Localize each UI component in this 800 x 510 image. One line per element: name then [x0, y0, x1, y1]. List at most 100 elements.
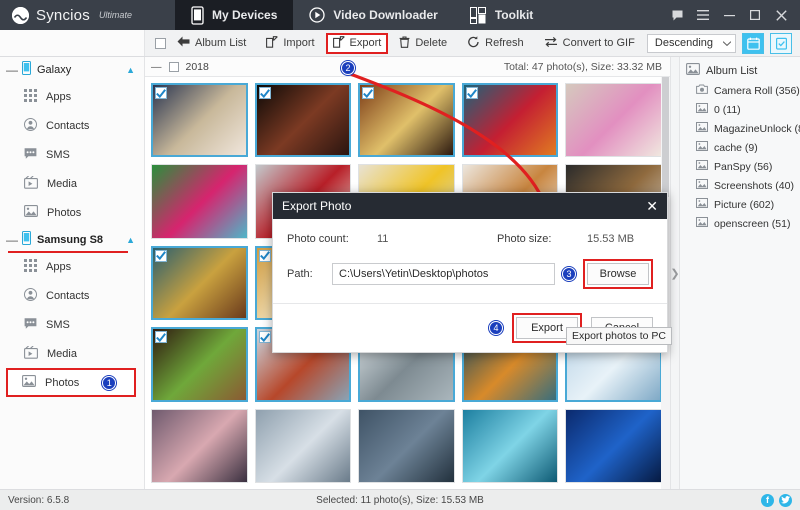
syncios-logo-icon [12, 6, 29, 24]
photo-checkbox[interactable] [258, 87, 271, 99]
photo-cell[interactable] [254, 408, 352, 483]
sort-order-select[interactable]: Descending [646, 33, 736, 53]
sort-order-value: Descending [654, 37, 713, 49]
photo-cell[interactable] [461, 83, 559, 158]
minimize-icon[interactable] [716, 0, 742, 30]
list-view-button[interactable] [770, 32, 792, 54]
album-list-item[interactable]: Screenshots (40) [680, 176, 800, 195]
tab-my-devices[interactable]: My Devices [175, 0, 294, 30]
tab-video-downloader[interactable]: Video Downloader [293, 0, 453, 30]
photo-checkbox[interactable] [258, 249, 271, 262]
album-list-item-label: MagazineUnlock (87) [714, 122, 800, 135]
step-badge-4: 4 [489, 321, 503, 335]
export-tooltip: Export photos to PC [566, 327, 672, 345]
sidebar-item-media-samsung[interactable]: Media [0, 339, 144, 368]
sidebar-item-apps-samsung[interactable]: Apps [0, 252, 144, 281]
album-list-item[interactable]: openscreen (51) [680, 214, 800, 233]
export-button[interactable]: Export [325, 32, 389, 54]
play-circle-icon [309, 7, 326, 23]
album-list-item[interactable]: MagazineUnlock (87) [680, 119, 800, 138]
sidebar-item-sms-galaxy[interactable]: SMS [0, 140, 144, 169]
album-list-item-label: Camera Roll (356) [714, 84, 800, 97]
photo-checkbox[interactable] [258, 331, 271, 344]
photo-cell[interactable] [461, 408, 559, 483]
photo-checkbox[interactable] [155, 87, 167, 99]
photo-cell[interactable] [151, 245, 248, 321]
step-badge-2: 2 [341, 61, 355, 75]
photo-cell[interactable] [151, 83, 248, 158]
tab-toolkit[interactable]: Toolkit [454, 0, 549, 30]
menu-icon[interactable] [690, 0, 716, 30]
album-list-item[interactable]: Camera Roll (356) [680, 81, 800, 100]
sidebar-item-contacts-galaxy[interactable]: Contacts [0, 111, 144, 140]
photo-cell[interactable] [151, 164, 248, 239]
selection-status-label: Selected: 11 photo(s), Size: 15.53 MB [316, 494, 484, 506]
collapse-icon[interactable]: — [6, 63, 18, 77]
photo-thumbnail [565, 83, 662, 158]
group-select-checkbox[interactable] [168, 61, 179, 72]
eject-icon[interactable]: ▲ [126, 235, 135, 245]
delete-button[interactable]: Delete [390, 31, 456, 56]
browse-button[interactable]: Browse [587, 263, 649, 285]
photos-icon [22, 375, 36, 390]
sidebar-item-contacts-samsung[interactable]: Contacts [0, 281, 144, 310]
sidebar-item-sms-samsung[interactable]: SMS [0, 310, 144, 339]
eject-icon[interactable]: ▲ [126, 65, 135, 75]
sidebar-label: Apps [46, 260, 72, 273]
feedback-icon[interactable] [664, 0, 690, 30]
album-list-item[interactable]: PanSpy (56) [680, 157, 800, 176]
photo-checkbox[interactable] [155, 331, 167, 344]
import-button[interactable]: Import [257, 31, 323, 56]
photo-thumbnail [565, 408, 662, 483]
photo-checkbox[interactable] [465, 87, 478, 99]
brand: Syncios Ultimate [0, 0, 175, 30]
close-icon[interactable] [768, 0, 794, 30]
close-icon[interactable]: ✕ [646, 199, 658, 213]
tab-toolkit-label: Toolkit [494, 8, 534, 22]
sidebar-item-photos-samsung[interactable]: Photos 1 [6, 368, 136, 397]
sms-icon [24, 317, 37, 333]
collapse-group-icon[interactable]: — [151, 61, 162, 73]
photo-checkbox[interactable] [155, 249, 167, 262]
path-input[interactable]: C:\Users\Yetin\Desktop\photos [332, 263, 555, 285]
brand-edition: Ultimate [98, 10, 132, 20]
sidebar-item-media-galaxy[interactable]: Media [0, 169, 144, 198]
sidebar-label: SMS [46, 318, 70, 331]
device-row-samsung-s8[interactable]: — Samsung S8 ▲ [0, 227, 144, 253]
chevron-down-icon [722, 37, 732, 49]
device-row-galaxy[interactable]: — Galaxy ▲ [0, 57, 144, 82]
device-sidebar: — Galaxy ▲ Apps Contacts SMS Media Photo… [0, 57, 145, 489]
photo-size-value: 15.53 MB [587, 233, 635, 245]
syncios-window: Syncios Ultimate My Devices Video Downlo… [0, 0, 800, 510]
photos-icon [686, 63, 700, 78]
photo-cell[interactable] [151, 408, 248, 483]
phone-icon [22, 61, 31, 78]
album-list-item[interactable]: cache (9) [680, 138, 800, 157]
chevron-right-icon[interactable]: ❯ [670, 267, 679, 280]
sidebar-item-apps-galaxy[interactable]: Apps [0, 82, 144, 111]
photo-checkbox[interactable] [362, 87, 375, 99]
collapse-icon[interactable]: — [6, 233, 18, 247]
refresh-button[interactable]: Refresh [458, 31, 533, 56]
photo-cell[interactable] [565, 83, 662, 158]
photo-cell[interactable] [151, 327, 248, 402]
album-list-item[interactable]: Picture (602) [680, 195, 800, 214]
photo-cell[interactable] [358, 83, 455, 158]
photo-cell[interactable] [565, 408, 662, 483]
select-all-checkbox[interactable] [155, 37, 166, 49]
album-list-button[interactable]: Album List [168, 31, 255, 55]
calendar-view-button[interactable] [742, 32, 764, 54]
import-icon [266, 35, 279, 51]
sidebar-item-photos-galaxy[interactable]: Photos [0, 198, 144, 227]
facebook-icon[interactable]: f [761, 493, 774, 507]
step-badge-3: 3 [562, 267, 576, 281]
export-icon [332, 35, 345, 51]
maximize-icon[interactable] [742, 0, 768, 30]
photo-cell[interactable] [254, 83, 352, 158]
panel-divider[interactable]: ❯ [670, 57, 680, 489]
twitter-icon[interactable] [779, 493, 792, 507]
album-list-item[interactable]: 0 (11) [680, 100, 800, 119]
scrollbar-thumb[interactable] [662, 77, 669, 197]
photo-cell[interactable] [358, 408, 455, 483]
convert-to-gif-button[interactable]: Convert to GIF [535, 31, 644, 56]
